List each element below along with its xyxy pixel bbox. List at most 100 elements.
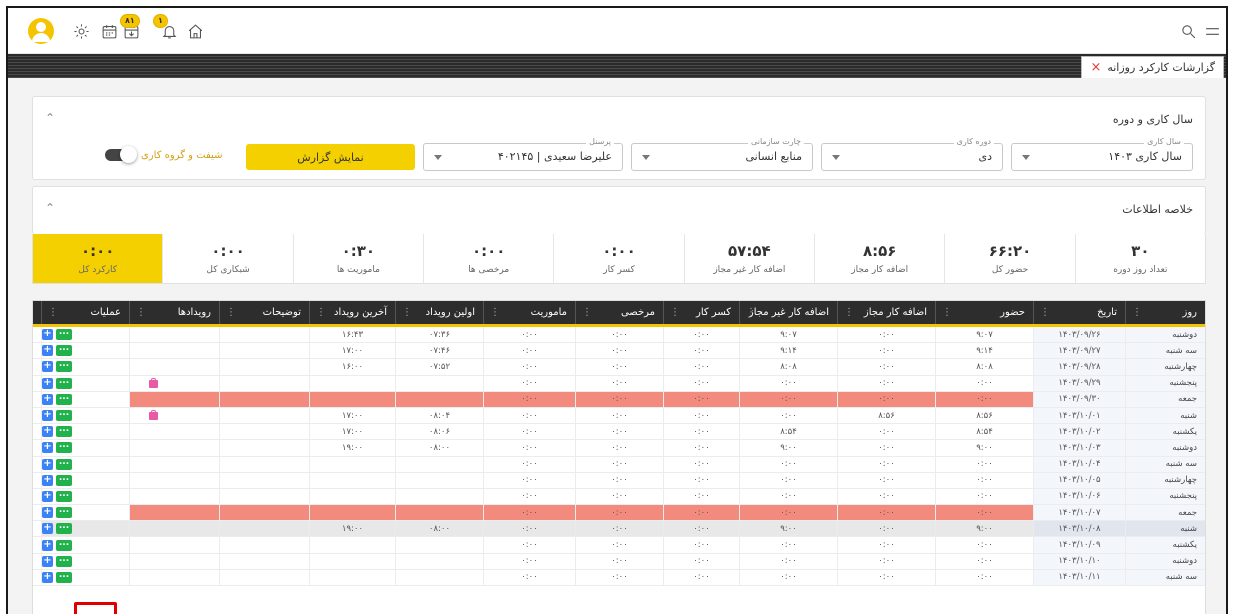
column-header[interactable]: اضافه کار غیر مجاز ⋮ [739, 301, 837, 324]
tab-daily-report[interactable]: × گزارشات کارکرد روزانه [1081, 56, 1224, 78]
add-button[interactable]: + [42, 507, 53, 519]
add-button[interactable]: + [42, 490, 53, 502]
add-button[interactable]: + [42, 393, 53, 405]
table-row[interactable]: دوشنبه ۱۴۰۳/۱۰/۰۳ ۹:۰۰ ۰:۰۰ ۹:۰۰ ۰:۰۰ ۰:۰۰ ۰:۰۰… [33, 440, 1205, 457]
settings-icon[interactable] [70, 8, 92, 54]
more-button[interactable]: ... [56, 506, 72, 519]
table-row[interactable]: سه شنبه ۱۴۰۳/۰۹/۲۷ ۹:۱۴ ۰:۰۰ ۹:۱۴ ۰:۰۰ ۰:۰۰ ۰:۰… [33, 343, 1205, 360]
add-button[interactable]: + [42, 474, 53, 486]
more-button[interactable]: ... [56, 570, 72, 583]
column-header[interactable]: حضور ⋮ [935, 301, 1033, 324]
table-row[interactable]: چهارشنبه ۱۴۰۳/۱۰/۰۵ ۰:۰۰ ۰:۰۰ ۰:۰۰ ۰:۰۰ ۰:۰۰ ۰:… [33, 472, 1205, 489]
column-menu-icon[interactable]: ⋮ [136, 307, 146, 318]
search-icon[interactable] [1178, 8, 1198, 54]
column-header[interactable]: آخرین رویداد ⋮ [309, 301, 395, 324]
add-button[interactable]: + [42, 539, 53, 551]
column-menu-icon[interactable]: ⋮ [316, 307, 326, 318]
org-chart-select[interactable]: چارت سازمانی منابع انسانی [631, 137, 813, 171]
column-header[interactable]: رویدادها ⋮ [129, 301, 219, 324]
cell-deficit: ۰:۰۰ [663, 424, 739, 440]
home-icon[interactable] [184, 8, 206, 54]
chevron-up-icon[interactable]: ⌃ [45, 111, 55, 125]
year-select[interactable]: سال کاری سال کاری ۱۴۰۳ [1011, 137, 1193, 171]
add-button[interactable]: + [42, 345, 53, 357]
table-row[interactable]: دوشنبه ۱۴۰۳/۰۹/۲۶ ۹:۰۷ ۰:۰۰ ۹:۰۷ ۰:۰۰ ۰:۰۰ ۰:۰۰… [33, 327, 1205, 344]
more-button[interactable]: ... [56, 409, 72, 422]
column-menu-icon[interactable]: ⋮ [844, 307, 854, 318]
more-button[interactable]: ... [56, 457, 72, 470]
column-header[interactable]: ماموریت ⋮ [483, 301, 575, 324]
add-button[interactable]: + [42, 377, 53, 389]
column-menu-icon[interactable]: ⋮ [1040, 307, 1050, 318]
column-menu-icon[interactable]: ⋮ [582, 307, 592, 318]
column-menu-icon[interactable]: ⋮ [942, 307, 952, 318]
filters-panel: سال کاری و دوره ⌃ سال کاری سال کاری ۱۴۰۳… [32, 96, 1206, 180]
column-menu-icon[interactable]: ⋮ [490, 307, 500, 318]
more-button[interactable]: ... [56, 538, 72, 551]
table-row[interactable]: شنبه ۱۴۰۳/۱۰/۰۱ ۸:۵۶ ۸:۵۶ ۰:۰۰ ۰:۰۰ ۰:۰۰ ۰:۰۰ ۰۸… [33, 407, 1205, 425]
more-button[interactable]: ... [56, 473, 72, 486]
table-row[interactable]: دوشنبه ۱۴۰۳/۱۰/۱۰ ۰:۰۰ ۰:۰۰ ۰:۰۰ ۰:۰۰ ۰:۰۰ ۰:۰۰… [33, 553, 1205, 570]
add-button[interactable]: + [42, 410, 53, 422]
column-header[interactable]: عملیات ⋮ [41, 301, 129, 324]
add-button[interactable]: + [42, 361, 53, 373]
cell-date: ۱۴۰۳/۱۰/۰۴ [1033, 456, 1125, 472]
add-button[interactable]: + [42, 458, 53, 470]
add-button[interactable]: + [42, 571, 53, 583]
add-button[interactable]: + [42, 329, 53, 341]
table-row[interactable]: جمعه ۱۴۰۳/۰۹/۳۰ ۰:۰۰ ۰:۰۰ ۰:۰۰ ۰:۰۰ ۰:۰۰ ۰:۰۰..… [33, 391, 1205, 408]
more-button[interactable]: ... [56, 392, 72, 405]
menu-icon[interactable] [1202, 8, 1222, 54]
more-button[interactable]: ... [56, 376, 72, 389]
table-row[interactable]: جمعه ۱۴۰۳/۱۰/۰۷ ۰:۰۰ ۰:۰۰ ۰:۰۰ ۰:۰۰ ۰:۰۰ ۰:۰۰..… [33, 505, 1205, 522]
more-button[interactable]: ... [56, 554, 72, 567]
table-row[interactable]: سه شنبه ۱۴۰۳/۱۰/۱۱ ۰:۰۰ ۰:۰۰ ۰:۰۰ ۰:۰۰ ۰:۰۰ ۰:۰… [33, 569, 1205, 586]
close-icon[interactable]: × [1090, 61, 1101, 74]
table-row[interactable]: چهارشنبه ۱۴۰۳/۰۹/۲۸ ۸:۰۸ ۰:۰۰ ۸:۰۸ ۰:۰۰ ۰:۰۰ ۰:… [33, 359, 1205, 376]
more-button[interactable]: ... [56, 441, 72, 454]
cell-ot_ok: ۰:۰۰ [837, 424, 935, 440]
column-header[interactable]: اضافه کار مجاز ⋮ [837, 301, 935, 324]
more-button[interactable]: ... [56, 522, 72, 535]
column-header[interactable]: مرخصی ⋮ [575, 301, 663, 324]
column-header[interactable]: توضیحات ⋮ [219, 301, 309, 324]
more-button[interactable]: ... [56, 489, 72, 502]
period-select[interactable]: دوره کاری دی [821, 137, 1003, 171]
cell-ot_ok: ۰:۰۰ [837, 553, 935, 569]
add-button[interactable]: + [42, 442, 53, 454]
column-header[interactable]: کسر کار ⋮ [663, 301, 739, 324]
column-menu-icon[interactable]: ⋮ [48, 307, 58, 318]
briefcase-icon[interactable] [148, 377, 159, 389]
more-button[interactable]: ... [56, 344, 72, 357]
user-avatar[interactable] [28, 8, 54, 54]
table-row[interactable]: شنبه ۱۴۰۳/۱۰/۰۸ ۹:۰۰ ۰:۰۰ ۹:۰۰ ۰:۰۰ ۰:۰۰ ۰:۰۰ ۰۸… [33, 521, 1205, 538]
add-button[interactable]: + [42, 523, 53, 535]
show-report-button[interactable]: نمایش گزارش [246, 144, 415, 170]
column-menu-icon[interactable]: ⋮ [746, 307, 756, 318]
personnel-label: پرسنل [586, 137, 614, 147]
calendar-icon[interactable] [98, 8, 120, 54]
more-button[interactable]: ... [56, 328, 72, 341]
column-menu-icon[interactable]: ⋮ [226, 307, 236, 318]
add-button[interactable]: + [42, 555, 53, 567]
personnel-select[interactable]: پرسنل علیرضا سعیدی | ۴۰۲۱۴۵ [423, 137, 623, 171]
table-row[interactable]: سه شنبه ۱۴۰۳/۱۰/۰۴ ۰:۰۰ ۰:۰۰ ۰:۰۰ ۰:۰۰ ۰:۰۰ ۰:۰… [33, 456, 1205, 473]
column-menu-icon[interactable]: ⋮ [670, 307, 680, 318]
table-row[interactable]: یکشنبه ۱۴۰۳/۱۰/۰۲ ۸:۵۴ ۰:۰۰ ۸:۵۴ ۰:۰۰ ۰:۰۰ ۰:۰۰… [33, 424, 1205, 441]
column-header[interactable]: روز ⋮ [1125, 301, 1205, 324]
table-row[interactable]: یکشنبه ۱۴۰۳/۱۰/۰۹ ۰:۰۰ ۰:۰۰ ۰:۰۰ ۰:۰۰ ۰:۰۰ ۰:۰۰… [33, 537, 1205, 554]
column-header[interactable]: تاریخ ⋮ [1033, 301, 1125, 324]
app-frame: ۸۱ ۱ × گزارشات کارکرد روزانه سال کاری و … [6, 6, 1228, 614]
more-button[interactable]: ... [56, 425, 72, 438]
table-row[interactable]: پنجشنبه ۱۴۰۳/۱۰/۰۶ ۰:۰۰ ۰:۰۰ ۰:۰۰ ۰:۰۰ ۰:۰۰ ۰:۰… [33, 488, 1205, 506]
table-row[interactable]: پنجشنبه ۱۴۰۳/۰۹/۲۹ ۰:۰۰ ۰:۰۰ ۰:۰۰ ۰:۰۰ ۰:۰۰ ۰:۰… [33, 375, 1205, 392]
chevron-up-icon[interactable]: ⌃ [45, 201, 55, 215]
column-menu-icon[interactable]: ⋮ [1132, 307, 1142, 318]
column-menu-icon[interactable]: ⋮ [402, 307, 412, 318]
shift-toggle[interactable] [105, 146, 137, 163]
add-button[interactable]: + [42, 426, 53, 438]
cell-last [309, 488, 395, 505]
column-header[interactable]: اولین رویداد ⋮ [395, 301, 483, 324]
more-button[interactable]: ... [56, 360, 72, 373]
briefcase-icon[interactable] [148, 410, 159, 421]
